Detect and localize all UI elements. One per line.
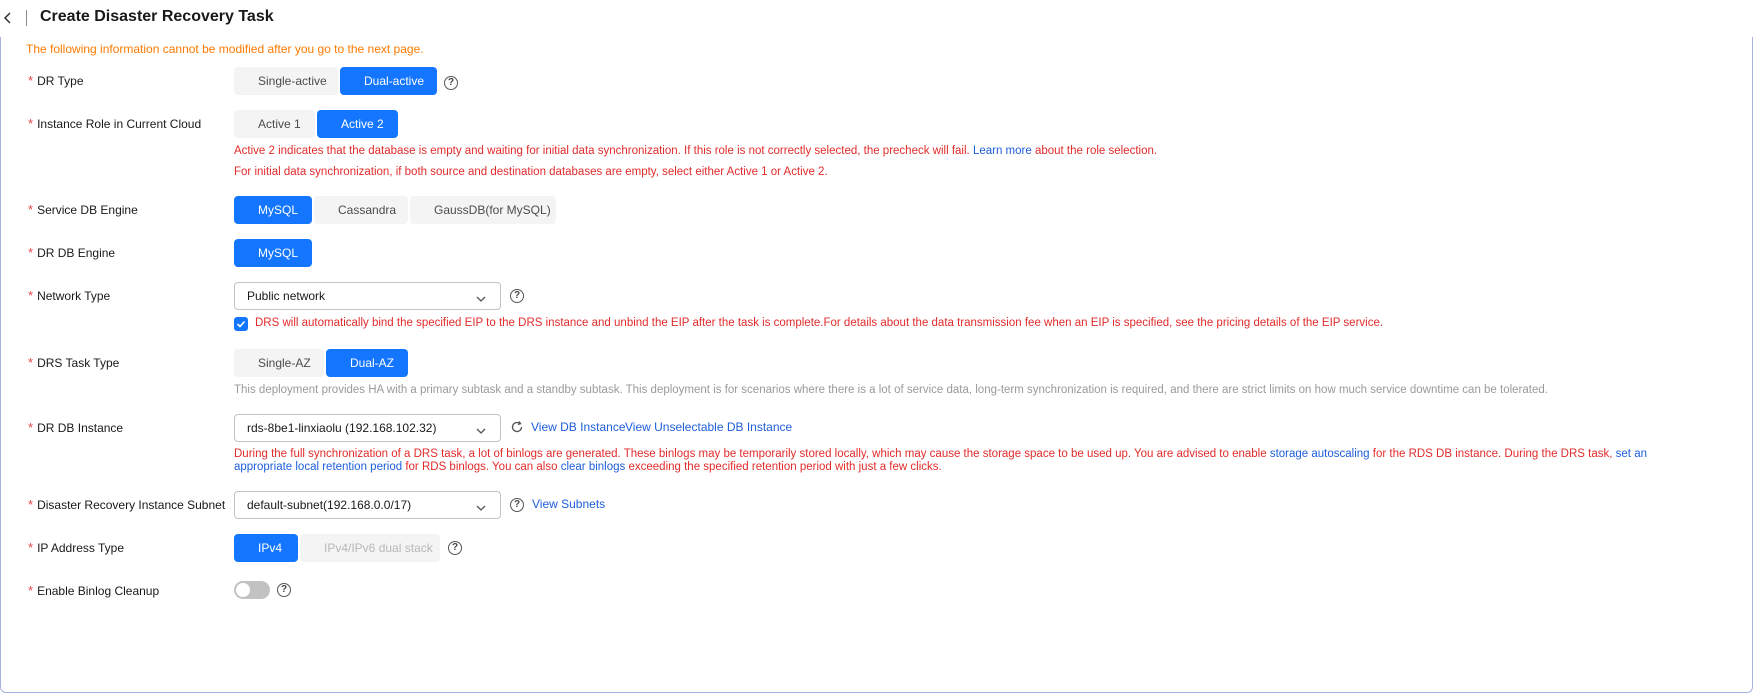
dr-db-engine-selector: MySQL (234, 239, 312, 267)
page-title: Create Disaster Recovery Task (40, 8, 274, 25)
clear-binlogs-link[interactable]: clear binlogs (561, 461, 626, 473)
view-db-instance-link[interactable]: View DB Instance (531, 420, 626, 434)
eip-checkbox[interactable] (234, 317, 248, 331)
binlog-warning-line-2: appropriate local retention period for R… (234, 461, 942, 473)
drs-task-type-selector: Single-AZ Dual-AZ (234, 349, 408, 377)
dr-type-label: * DR Type (28, 73, 84, 88)
binlog-cleanup-label: * Enable Binlog Cleanup (28, 583, 160, 598)
service-engine-gaussdb-button[interactable]: GaussDB(for MySQL) (410, 196, 556, 224)
binlog-warning-line-1: During the full synchronization of a DRS… (234, 448, 1647, 460)
subnet-select[interactable]: default-subnet(192.168.0.0/17) (234, 491, 501, 519)
binlog-cleanup-help-icon[interactable]: ? (277, 583, 291, 597)
view-unselectable-db-instance-link[interactable]: View Unselectable DB Instance (625, 420, 792, 434)
service-db-engine-selector: MySQL Cassandra GaussDB(for MySQL) (234, 196, 556, 224)
service-db-engine-label: * Service DB Engine (28, 202, 138, 217)
network-type-help-icon[interactable]: ? (510, 289, 524, 303)
task-type-dual-az-button[interactable]: Dual-AZ (326, 349, 408, 377)
network-type-select[interactable]: Public network (234, 282, 501, 310)
dr-type-dual-active-button[interactable]: Dual-active (340, 67, 437, 95)
drs-task-type-label: * DRS Task Type (28, 355, 120, 370)
task-type-description: This deployment provides HA with a prima… (234, 384, 1548, 396)
dr-type-help-icon[interactable]: ? (444, 76, 458, 90)
chevron-down-icon (474, 498, 488, 512)
view-subnets-link[interactable]: View Subnets (532, 497, 605, 511)
service-engine-mysql-button[interactable]: MySQL (234, 196, 312, 224)
instance-role-warning-2: For initial data synchronization, if bot… (234, 166, 828, 178)
storage-autoscaling-link[interactable]: storage autoscaling (1270, 448, 1370, 460)
ip-type-dual-stack-button: IPv4/IPv6 dual stack (300, 534, 440, 562)
dr-engine-mysql-button[interactable]: MySQL (234, 239, 312, 267)
back-arrow-icon[interactable] (0, 10, 16, 26)
retention-period-link[interactable]: appropriate local retention period (234, 461, 402, 473)
dr-db-engine-label: * DR DB Engine (28, 245, 116, 260)
dr-db-instance-label: * DR DB Instance (28, 420, 124, 435)
task-type-single-az-button[interactable]: Single-AZ (234, 349, 324, 377)
learn-more-link[interactable]: Learn more (973, 145, 1032, 157)
instance-role-selector: Active 1 Active 2 (234, 110, 398, 138)
binlog-cleanup-toggle[interactable] (234, 581, 270, 599)
instance-role-warning-1: Active 2 indicates that the database is … (234, 145, 1158, 157)
instance-role-active1-button[interactable]: Active 1 (234, 110, 315, 138)
dr-db-instance-select[interactable]: rds-8be1-linxiaolu (192.168.102.32) (234, 414, 501, 442)
checkmark-icon (236, 320, 246, 328)
chevron-down-icon (474, 289, 488, 303)
header-divider (26, 10, 27, 26)
ip-type-ipv4-button[interactable]: IPv4 (234, 534, 298, 562)
network-type-label: * Network Type (28, 288, 111, 303)
eip-note-text: DRS will automatically bind the specifie… (255, 317, 1384, 329)
service-engine-cassandra-button[interactable]: Cassandra (314, 196, 408, 224)
subnet-label: * Disaster Recovery Instance Subnet (28, 497, 226, 512)
ip-address-type-label: * IP Address Type (28, 540, 125, 555)
ip-type-help-icon[interactable]: ? (448, 541, 462, 555)
set-retention-link[interactable]: set an (1616, 448, 1647, 460)
notice-text: The following information cannot be modi… (26, 42, 424, 56)
instance-role-label: * Instance Role in Current Cloud (28, 116, 202, 131)
ip-address-type-selector: IPv4 IPv4/IPv6 dual stack (234, 534, 440, 562)
toggle-knob (236, 583, 250, 597)
dr-type-single-active-button[interactable]: Single-active (234, 67, 338, 95)
chevron-down-icon (474, 421, 488, 435)
subnet-help-icon[interactable]: ? (510, 498, 524, 512)
instance-role-active2-button[interactable]: Active 2 (317, 110, 398, 138)
refresh-icon[interactable] (510, 420, 524, 434)
dr-type-selector: Single-active Dual-active (234, 67, 437, 95)
required-mark: * (28, 73, 34, 88)
